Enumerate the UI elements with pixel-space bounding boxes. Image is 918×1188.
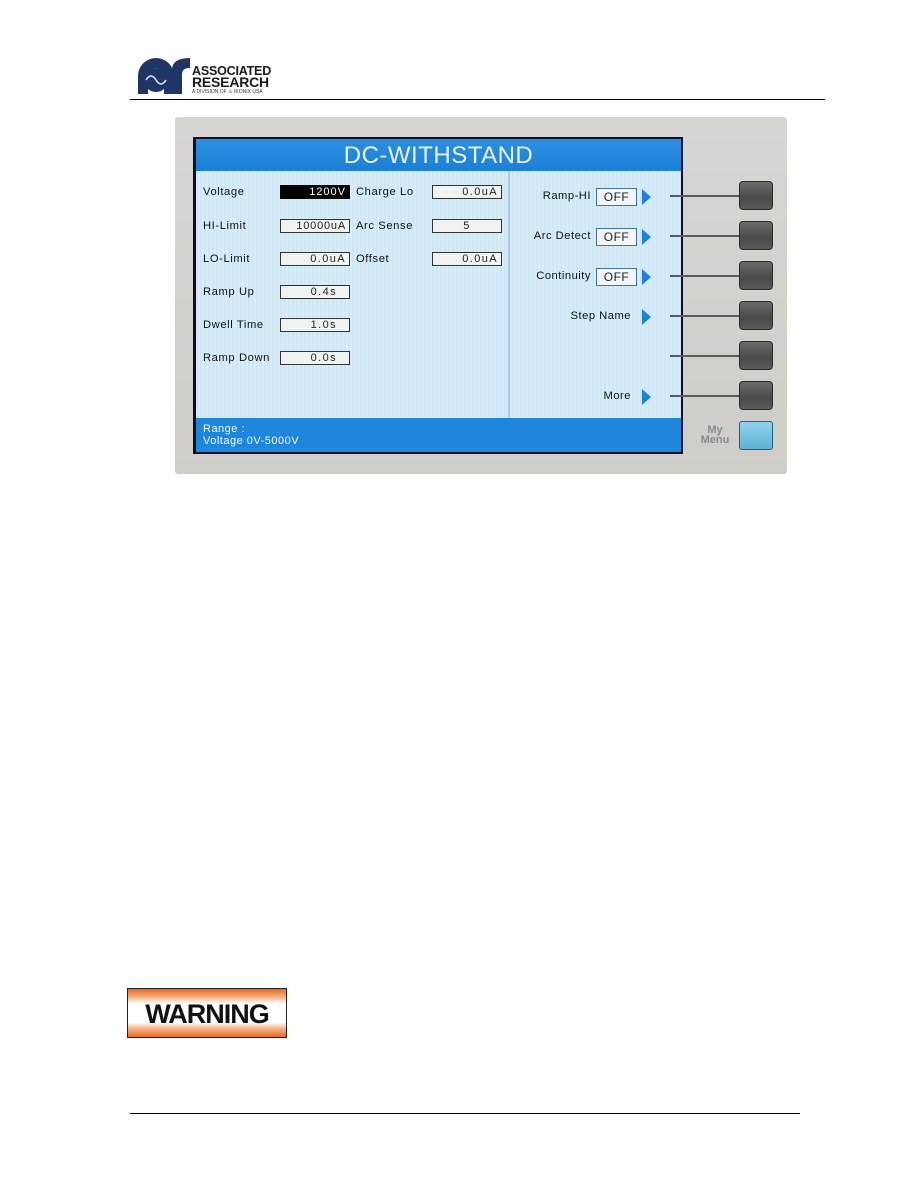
associated-research-logo: ASSOCIATED RESEARCH A DIVISION OF ⚠ IKON… — [136, 54, 276, 96]
softkey-1-button[interactable] — [739, 181, 773, 210]
softkey-3-button[interactable] — [739, 261, 773, 290]
softkey-connector — [670, 275, 740, 277]
param-label-arc-sense: Arc Sense — [356, 220, 414, 232]
arrow-right-icon — [642, 269, 651, 285]
softkey-connector — [670, 315, 740, 317]
softkey-connector — [670, 235, 740, 237]
my-menu-label: My Menu — [700, 424, 730, 446]
footer-rule — [130, 1113, 800, 1114]
softkey-2-button[interactable] — [739, 221, 773, 250]
column-divider — [508, 171, 510, 418]
param-value-lo-limit[interactable]: 0.0uA — [280, 252, 350, 266]
param-label-ramp-down: Ramp Down — [203, 352, 270, 364]
menu-label-ramp-hi: Ramp-HI — [542, 190, 591, 202]
param-value-voltage[interactable]: 1200V — [280, 185, 350, 199]
ar-logo-icon — [138, 58, 190, 94]
param-value-ramp-up[interactable]: 0.4s — [280, 285, 350, 299]
param-label-charge-lo: Charge Lo — [356, 186, 414, 198]
menu-label-more[interactable]: More — [604, 390, 632, 402]
arrow-right-icon — [642, 389, 651, 405]
param-value-charge-lo[interactable]: 0.0uA — [432, 185, 502, 199]
instrument-front-panel: DC-WITHSTAND Voltage 1200V HI-Limit 1000… — [175, 117, 787, 474]
parameter-area: Voltage 1200V HI-Limit 10000uA LO-Limit … — [196, 171, 681, 418]
param-value-ramp-down[interactable]: 0.0s — [280, 351, 350, 365]
param-label-hi-limit: HI-Limit — [203, 220, 247, 232]
softkey-connector — [670, 355, 740, 357]
param-value-offset[interactable]: 0.0uA — [432, 252, 502, 266]
arrow-right-icon — [642, 189, 651, 205]
arrow-right-icon — [642, 229, 651, 245]
menu-label-continuity: Continuity — [536, 270, 591, 282]
warning-label: WARNING — [127, 988, 287, 1038]
status-bar: Range : Voltage 0V-5000V — [196, 418, 681, 452]
toggle-arc-detect[interactable]: OFF — [596, 228, 637, 246]
param-label-voltage: Voltage — [203, 186, 245, 198]
param-value-arc-sense[interactable]: 5 — [432, 219, 502, 233]
param-label-lo-limit: LO-Limit — [203, 253, 251, 265]
softkey-connector — [670, 395, 740, 397]
softkey-connector — [670, 195, 740, 197]
screen-title: DC-WITHSTAND — [196, 139, 681, 171]
lcd-screen: DC-WITHSTAND Voltage 1200V HI-Limit 1000… — [193, 137, 683, 454]
status-line-2: Voltage 0V-5000V — [203, 435, 300, 447]
param-label-dwell-time: Dwell Time — [203, 319, 264, 331]
toggle-continuity[interactable]: OFF — [596, 268, 637, 286]
softkey-5-button[interactable] — [739, 341, 773, 370]
softkey-6-button[interactable] — [739, 381, 773, 410]
arrow-right-icon — [642, 309, 651, 325]
menu-label-step-name[interactable]: Step Name — [571, 310, 631, 322]
header-rule — [130, 99, 825, 100]
brand-line-2: RESEARCH — [192, 74, 269, 90]
toggle-ramp-hi[interactable]: OFF — [596, 188, 637, 206]
menu-label-arc-detect: Arc Detect — [533, 230, 591, 242]
param-label-offset: Offset — [356, 253, 390, 265]
status-line-1: Range : — [203, 423, 246, 435]
param-value-dwell-time[interactable]: 1.0s — [280, 318, 350, 332]
softkey-4-button[interactable] — [739, 301, 773, 330]
brand-subtitle: A DIVISION OF ⚠ IKONIX USA — [192, 89, 263, 95]
my-menu-button[interactable] — [739, 421, 773, 450]
param-value-hi-limit[interactable]: 10000uA — [280, 219, 350, 233]
param-label-ramp-up: Ramp Up — [203, 286, 255, 298]
